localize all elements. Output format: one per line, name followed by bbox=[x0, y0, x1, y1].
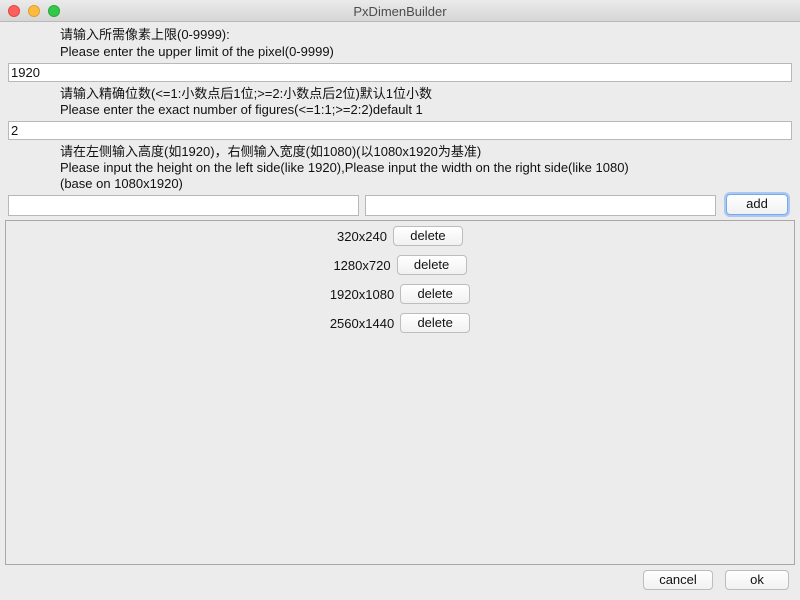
dimension-label: 1280x720 bbox=[333, 257, 391, 273]
width-input[interactable] bbox=[365, 195, 716, 216]
window-title: PxDimenBuilder bbox=[353, 4, 447, 19]
title-bar: PxDimenBuilder bbox=[0, 0, 800, 22]
dimension-label-en: Please input the height on the left side… bbox=[60, 160, 629, 175]
upper-limit-label-en: Please enter the upper limit of the pixe… bbox=[60, 44, 334, 59]
ok-button[interactable]: ok bbox=[725, 570, 789, 590]
dimension-label-cn: 请在左侧输入高度(如1920)，右侧输入宽度(如1080)(以1080x1920… bbox=[60, 144, 482, 159]
list-item: 1280x720 delete bbox=[6, 254, 794, 276]
dimension-label: 1920x1080 bbox=[329, 286, 395, 302]
upper-limit-input[interactable] bbox=[8, 63, 792, 82]
dimensions-list: 320x240 delete 1280x720 delete 1920x1080… bbox=[5, 220, 795, 565]
dimension-label: 2560x1440 bbox=[329, 315, 395, 331]
delete-button[interactable]: delete bbox=[392, 226, 463, 246]
list-item: 1920x1080 delete bbox=[6, 283, 794, 305]
add-button[interactable]: add bbox=[726, 194, 788, 215]
dimension-label: 320x240 bbox=[337, 228, 387, 244]
delete-button[interactable]: delete bbox=[400, 313, 471, 333]
dimension-label-en-base: (base on 1080x1920) bbox=[60, 176, 183, 191]
height-input[interactable] bbox=[8, 195, 359, 216]
list-item: 2560x1440 delete bbox=[6, 312, 794, 334]
precision-input[interactable] bbox=[8, 121, 792, 140]
precision-label-cn: 请输入精确位数(<=1:小数点后1位;>=2:小数点后2位)默认1位小数 bbox=[60, 86, 433, 101]
delete-button[interactable]: delete bbox=[400, 284, 471, 304]
delete-button[interactable]: delete bbox=[396, 255, 467, 275]
upper-limit-label-cn: 请输入所需像素上限(0-9999): bbox=[60, 27, 230, 42]
precision-label-en: Please enter the exact number of figures… bbox=[60, 102, 423, 117]
list-item: 320x240 delete bbox=[6, 225, 794, 247]
cancel-button[interactable]: cancel bbox=[643, 570, 713, 590]
app-window: PxDimenBuilder 请输入所需像素上限(0-9999): Please… bbox=[0, 0, 800, 600]
